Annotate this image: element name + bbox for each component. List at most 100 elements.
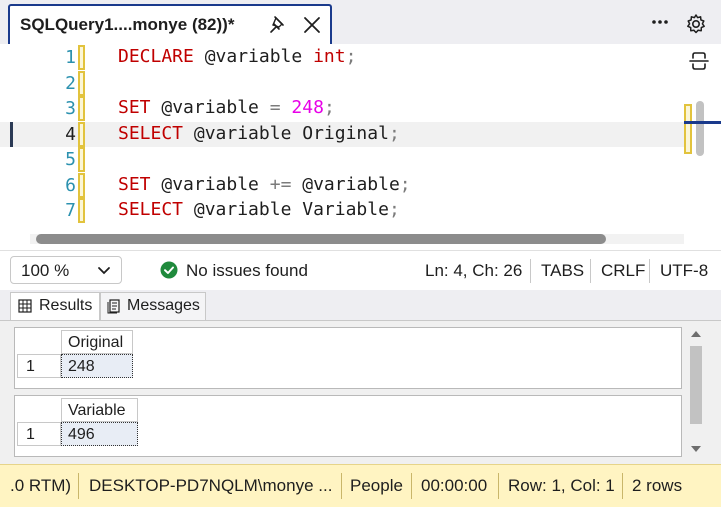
change-tracking-bar bbox=[78, 198, 85, 223]
current-line-marker bbox=[10, 121, 13, 147]
code-token: ; bbox=[388, 122, 400, 144]
chevron-down-icon bbox=[98, 267, 110, 275]
result-cell[interactable]: 248 bbox=[61, 354, 133, 378]
change-tracking-bar bbox=[78, 147, 85, 172]
code-text: SET @variable += @variable; bbox=[118, 174, 411, 195]
separator bbox=[411, 473, 412, 499]
change-tracking-bar bbox=[78, 121, 85, 147]
cursor-position[interactable]: Ln: 4, Ch: 26 bbox=[425, 261, 522, 281]
document-tab-bar: SQLQuery1....monye (82))* bbox=[0, 0, 721, 44]
check-circle-icon bbox=[160, 261, 178, 279]
server-connection: DESKTOP-PD7NQLM\monye ... bbox=[89, 476, 333, 495]
code-line[interactable]: 2 bbox=[0, 70, 684, 96]
results-pane: Original 1 248 Variable 1 496 bbox=[0, 320, 721, 464]
zoom-dropdown[interactable]: 100 % bbox=[10, 256, 122, 284]
caret-position-marker bbox=[684, 121, 721, 124]
code-token: ; bbox=[345, 46, 357, 67]
scroll-up-icon[interactable] bbox=[689, 328, 703, 340]
code-token: SELECT bbox=[118, 199, 184, 220]
tab-messages-label: Messages bbox=[127, 297, 200, 314]
row-number[interactable]: 1 bbox=[17, 354, 61, 378]
separator bbox=[498, 473, 499, 499]
encoding[interactable]: UTF-8 bbox=[660, 261, 708, 281]
scroll-down-icon[interactable] bbox=[689, 443, 703, 455]
more-options-icon[interactable] bbox=[650, 12, 670, 32]
code-token: ; bbox=[399, 173, 411, 195]
code-line[interactable]: 3 SET @variable = 248; bbox=[0, 96, 684, 121]
change-tracking-bar bbox=[78, 172, 85, 198]
grid-icon bbox=[18, 299, 32, 313]
split-editor-icon[interactable] bbox=[688, 50, 710, 72]
query-tab-title: SQLQuery1....monye (82))* bbox=[20, 15, 235, 34]
indent-mode[interactable]: TABS bbox=[541, 261, 584, 281]
line-number: 1 bbox=[65, 47, 76, 68]
code-token: DECLARE bbox=[118, 46, 194, 67]
line-number: 4 bbox=[65, 123, 76, 145]
line-number: 7 bbox=[65, 200, 76, 221]
code-text: SET @variable = 248; bbox=[118, 97, 335, 118]
line-number: 5 bbox=[65, 149, 76, 170]
line-number: 3 bbox=[65, 98, 76, 119]
row-col-position: Row: 1, Col: 1 bbox=[508, 476, 615, 495]
editor-info-bar: 100 % No issues found Ln: 4, Ch: 26 TABS… bbox=[0, 250, 721, 290]
tab-results[interactable]: Results bbox=[10, 292, 100, 320]
pin-icon[interactable] bbox=[268, 15, 288, 35]
result-grid-1[interactable]: Original 1 248 bbox=[14, 327, 682, 389]
code-token: @variable bbox=[150, 97, 270, 118]
close-icon[interactable] bbox=[302, 15, 322, 35]
zoom-value: 100 % bbox=[21, 261, 70, 280]
code-token: @variable Variable bbox=[183, 199, 389, 220]
query-status-bar: .0 RTM) DESKTOP-PD7NQLM\monye ... People… bbox=[0, 464, 721, 507]
code-token: 248 bbox=[291, 97, 324, 118]
column-header[interactable]: Original bbox=[61, 330, 133, 354]
line-number: 2 bbox=[65, 72, 76, 94]
separator bbox=[341, 473, 342, 499]
code-text: DECLARE @variable int; bbox=[118, 46, 356, 67]
editor-horizontal-scroll-thumb[interactable] bbox=[36, 234, 606, 244]
code-editor[interactable]: 7 SELECT @variable Variable; 6 SET @variabl… bbox=[0, 44, 721, 250]
line-ending[interactable]: CRLF bbox=[601, 261, 645, 281]
code-token: = bbox=[269, 97, 281, 118]
code-text: SELECT @variable Original; bbox=[118, 123, 400, 144]
elapsed-time: 00:00:00 bbox=[421, 476, 488, 495]
code-token: ; bbox=[388, 199, 400, 220]
separator bbox=[590, 259, 591, 283]
code-token: SET bbox=[118, 97, 151, 118]
code-token: @variable bbox=[150, 173, 270, 195]
column-header[interactable]: Variable bbox=[61, 398, 138, 422]
code-line[interactable]: 4 SELECT @variable Original; bbox=[0, 121, 684, 147]
tab-messages[interactable]: Messages bbox=[100, 292, 206, 320]
separator bbox=[622, 473, 623, 499]
editor-vertical-scroll-thumb[interactable] bbox=[696, 101, 704, 156]
row-number[interactable]: 1 bbox=[17, 422, 61, 446]
database-name: People bbox=[350, 476, 403, 495]
separator bbox=[530, 259, 531, 283]
code-token: ; bbox=[323, 97, 335, 118]
server-version: .0 RTM) bbox=[10, 476, 72, 495]
code-token: int bbox=[313, 46, 346, 67]
code-line[interactable]: 1 DECLARE @variable int; bbox=[0, 45, 684, 70]
code-token: @variable bbox=[291, 173, 400, 195]
issues-status[interactable]: No issues found bbox=[186, 261, 308, 281]
code-token: SELECT bbox=[118, 122, 184, 144]
code-line[interactable]: 7 SELECT @variable Variable; bbox=[0, 198, 684, 223]
results-scroll-thumb[interactable] bbox=[690, 346, 702, 424]
code-line[interactable]: 6 SET @variable += @variable; bbox=[0, 172, 684, 198]
row-count: 2 rows bbox=[632, 476, 683, 495]
query-tab[interactable]: SQLQuery1....monye (82))* bbox=[8, 4, 332, 44]
change-tracking-bar bbox=[78, 70, 85, 96]
code-token: @variable Original bbox=[183, 122, 389, 144]
change-marker bbox=[684, 104, 692, 154]
tab-results-label: Results bbox=[39, 297, 93, 314]
results-tab-bar: Results Messages bbox=[0, 290, 721, 320]
gear-icon[interactable] bbox=[685, 13, 707, 35]
result-cell[interactable]: 496 bbox=[61, 422, 138, 446]
separator bbox=[78, 473, 79, 499]
separator bbox=[649, 259, 650, 283]
code-token: += bbox=[269, 173, 292, 195]
code-text: SELECT @variable Variable; bbox=[118, 199, 400, 220]
result-grid-2[interactable]: Variable 1 496 bbox=[14, 395, 682, 457]
code-token: @variable bbox=[193, 46, 314, 67]
code-line[interactable]: 5 bbox=[0, 147, 684, 172]
